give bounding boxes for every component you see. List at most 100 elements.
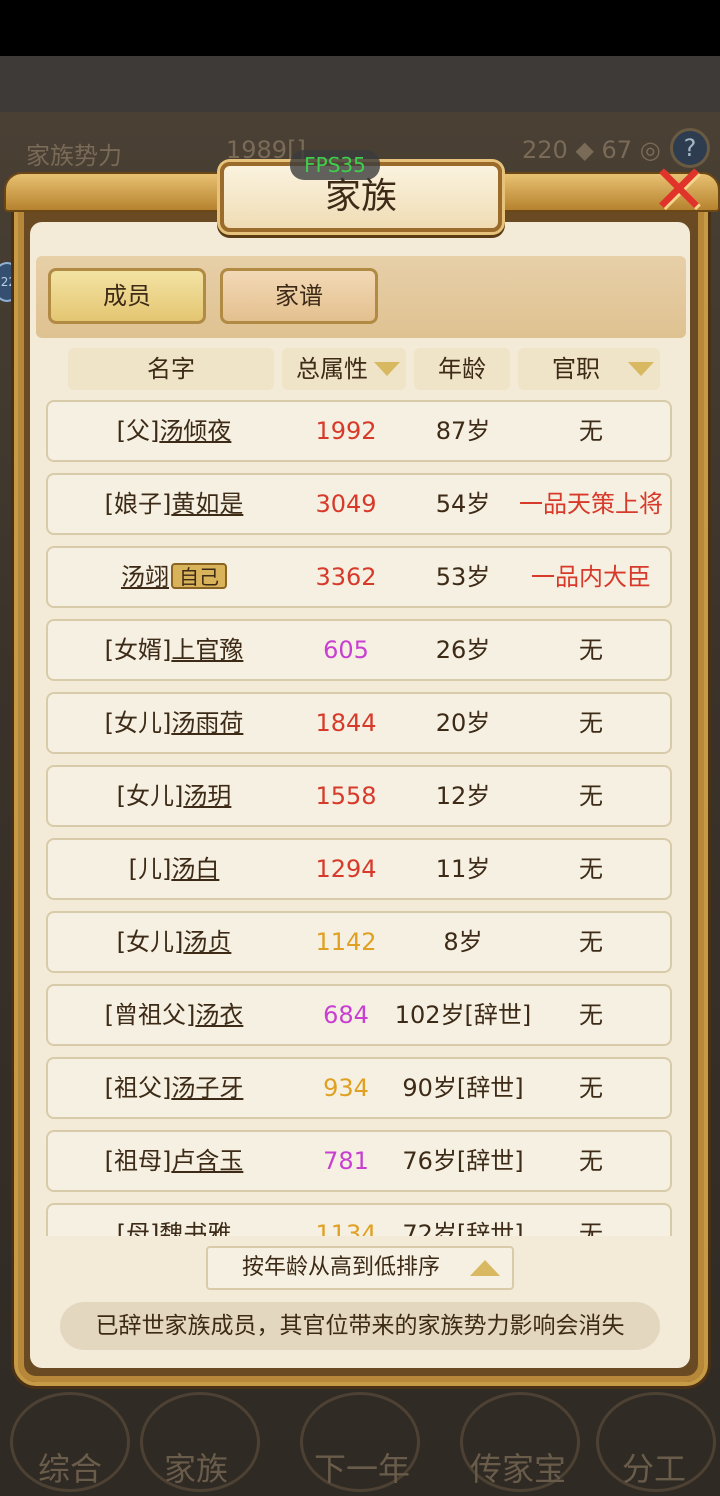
- member-attr: 1558: [315, 782, 377, 810]
- close-icon[interactable]: ✕: [644, 157, 714, 230]
- member-rank: 无: [579, 417, 603, 445]
- member-attr: 605: [323, 636, 369, 664]
- deceased-notice: 已辞世家族成员，其官位带来的家族势力影响会消失: [60, 1302, 660, 1350]
- member-name-cell: [祖母]卢含玉: [48, 1132, 300, 1190]
- member-attr: 1142: [315, 928, 377, 956]
- member-relation: [儿]: [128, 855, 172, 883]
- member-row[interactable]: [父]汤倾夜 1992 87岁无: [46, 400, 672, 462]
- member-name-link[interactable]: 上官豫: [171, 636, 243, 664]
- member-name-link[interactable]: 魏书雅: [159, 1220, 231, 1236]
- member-name-link[interactable]: 黄如是: [171, 490, 243, 518]
- column-rank-label: 官职: [552, 355, 600, 383]
- member-name-link[interactable]: 汤白: [171, 855, 219, 883]
- member-relation: [女儿]: [116, 782, 184, 810]
- nav-general[interactable]: 综合: [0, 1444, 140, 1490]
- member-attr: 1992: [315, 417, 377, 445]
- tab-family-tree[interactable]: 家谱: [220, 268, 378, 324]
- member-name-cell: [女儿]汤贞: [48, 913, 300, 971]
- member-attr: 3362: [315, 563, 377, 591]
- sort-button-label: 按年龄从高到低排序: [242, 1255, 441, 1280]
- member-name-cell: [女儿]汤雨荷: [48, 694, 300, 752]
- member-row[interactable]: [儿]汤白 1294 11岁无: [46, 838, 672, 900]
- member-row[interactable]: [女婿]上官豫 605 26岁无: [46, 619, 672, 681]
- member-rank: 无: [579, 855, 603, 883]
- member-row[interactable]: [曾祖父]汤衣 684 102岁[辞世] 无: [46, 984, 672, 1046]
- member-rank: 无: [579, 928, 603, 956]
- member-relation: [父]: [116, 417, 160, 445]
- member-rank: 一品内大臣: [531, 563, 651, 591]
- member-name-link[interactable]: 汤子牙: [171, 1074, 243, 1102]
- fps-counter: FPS35: [290, 150, 380, 180]
- member-name-cell: [曾祖父]汤衣: [48, 986, 300, 1044]
- status-bar: [0, 0, 720, 56]
- top-bar: [0, 56, 720, 112]
- column-header-rank[interactable]: 官职: [518, 348, 660, 390]
- member-row[interactable]: [祖父]汤子牙 934 90岁[辞世] 无: [46, 1057, 672, 1119]
- member-rank: 无: [579, 636, 603, 664]
- background-currency: 220 ◆ 67 ◎: [522, 136, 661, 164]
- member-row[interactable]: [娘子]黄如是 3049 54岁 一品天策上将: [46, 473, 672, 535]
- member-relation: [曾祖父]: [104, 1001, 196, 1029]
- member-row[interactable]: 汤翊 自己 3362 53岁 一品内大臣: [46, 546, 672, 608]
- column-header-age: 年龄: [414, 348, 510, 390]
- power-value: 1989[: [226, 136, 297, 164]
- member-attr: 781: [323, 1147, 369, 1175]
- member-row[interactable]: [祖母]卢含玉 781 76岁[辞世] 无: [46, 1130, 672, 1192]
- sort-down-icon: [374, 362, 400, 376]
- member-rank: 无: [579, 782, 603, 810]
- bottom-nav: 综合 家族 下一年 传家宝 分工: [0, 1388, 720, 1496]
- member-relation: [女儿]: [116, 928, 184, 956]
- column-age-label: 年龄: [438, 355, 486, 383]
- member-rank: 无: [579, 709, 603, 737]
- nav-next-year[interactable]: 下一年: [292, 1444, 432, 1490]
- member-rank: 无: [579, 1147, 603, 1175]
- member-name-link[interactable]: 汤贞: [183, 928, 231, 956]
- member-attr: 1844: [315, 709, 377, 737]
- member-attr: 684: [323, 1001, 369, 1029]
- column-header-attr[interactable]: 总属性: [282, 348, 406, 390]
- member-relation: [女儿]: [104, 709, 172, 737]
- member-row[interactable]: [女儿]汤贞 1142 8岁无: [46, 911, 672, 973]
- member-row[interactable]: [母]魏书雅 1134 72岁[辞世] 无: [46, 1203, 672, 1236]
- tab-members[interactable]: 成员: [48, 268, 206, 324]
- member-name-link[interactable]: 汤雨荷: [171, 709, 243, 737]
- member-name-link[interactable]: 汤衣: [195, 1001, 243, 1029]
- column-header-name: 名字: [68, 348, 274, 390]
- self-badge: 自己: [171, 563, 227, 589]
- column-name-label: 名字: [147, 355, 195, 383]
- title-wing-left: [4, 172, 224, 212]
- member-attr: 3049: [315, 490, 377, 518]
- member-relation: [祖母]: [104, 1147, 172, 1175]
- member-name-cell: 汤翊 自己: [48, 548, 300, 606]
- member-row[interactable]: [女儿]汤玥 1558 12岁无: [46, 765, 672, 827]
- member-rank: 无: [579, 1220, 603, 1236]
- member-attr: 1294: [315, 855, 377, 883]
- member-relation: [娘子]: [104, 490, 172, 518]
- gold-value: 67: [601, 136, 633, 164]
- member-relation: [母]: [116, 1220, 160, 1236]
- member-name-link[interactable]: 汤翊: [121, 563, 169, 591]
- member-row[interactable]: [女儿]汤雨荷 1844 20岁无: [46, 692, 672, 754]
- member-rank: 无: [579, 1001, 603, 1029]
- member-name-link[interactable]: 卢含玉: [171, 1147, 243, 1175]
- nav-family[interactable]: 家族: [126, 1444, 266, 1490]
- member-name-link[interactable]: 汤倾夜: [159, 417, 231, 445]
- filter-dropdown-icon: [628, 362, 654, 376]
- member-list[interactable]: [父]汤倾夜 1992 87岁无 [娘子]黄如是 3049 54岁 一品天策上将 汤翊 自己 33…: [44, 398, 676, 1236]
- member-relation: [祖父]: [104, 1074, 172, 1102]
- background-title: 家族势力: [26, 142, 122, 170]
- member-name-cell: [娘子]黄如是: [48, 475, 300, 533]
- member-relation: [女婿]: [104, 636, 172, 664]
- silver-icon: ◆: [567, 136, 602, 164]
- member-name-cell: [祖父]汤子牙: [48, 1059, 300, 1117]
- sort-button[interactable]: 按年龄从高到低排序: [206, 1246, 514, 1290]
- member-name-link[interactable]: 汤玥: [183, 782, 231, 810]
- nav-heirloom[interactable]: 传家宝: [448, 1444, 588, 1490]
- member-attr: 934: [323, 1074, 369, 1102]
- sort-up-icon: [470, 1260, 500, 1276]
- silver-value: 220: [522, 136, 568, 164]
- nav-assign[interactable]: 分工: [584, 1444, 720, 1490]
- member-name-cell: [儿]汤白: [48, 840, 300, 898]
- dialog-title: 家族: [324, 176, 397, 217]
- member-name-cell: [女儿]汤玥: [48, 767, 300, 825]
